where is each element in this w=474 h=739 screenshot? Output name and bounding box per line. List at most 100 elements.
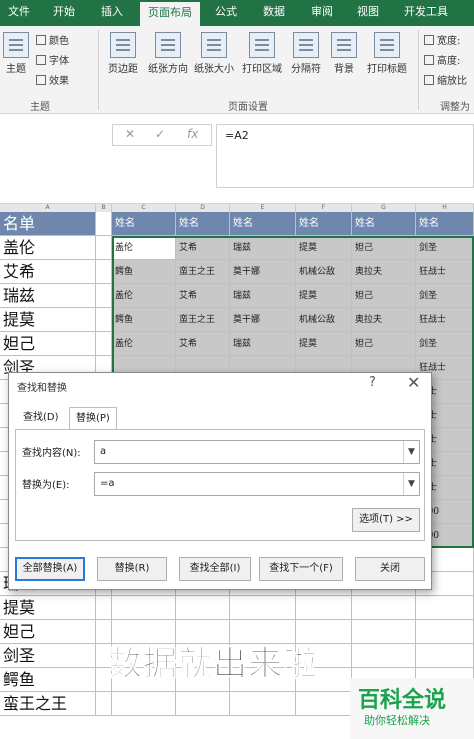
find-input[interactable]: a ▼ xyxy=(94,440,420,464)
table-cell[interactable]: 提莫 xyxy=(296,332,352,356)
scale-width-field[interactable]: 宽度: xyxy=(424,32,460,47)
table-cell[interactable]: 瑞兹 xyxy=(230,236,296,260)
themes-button[interactable]: 主题 xyxy=(2,30,30,75)
cell-b[interactable] xyxy=(96,212,112,236)
table-cell[interactable] xyxy=(352,596,416,620)
cell-b[interactable] xyxy=(96,260,112,284)
cell-a[interactable]: 鳄鱼 xyxy=(0,668,96,692)
cell-b[interactable] xyxy=(96,284,112,308)
table-cell[interactable] xyxy=(230,692,296,716)
table-header-cell[interactable]: 姓名 xyxy=(296,212,352,236)
find-all-button[interactable]: 查找全部(I) xyxy=(179,557,251,581)
tab-page-layout[interactable]: 页面布局 xyxy=(140,0,200,26)
table-cell[interactable] xyxy=(176,596,230,620)
insert-function-icon[interactable]: fx xyxy=(187,127,198,141)
table-cell[interactable]: 狂战士 xyxy=(416,308,474,332)
table-cell[interactable] xyxy=(112,692,176,716)
table-cell[interactable]: 提莫 xyxy=(296,236,352,260)
effects-button[interactable]: 效果 xyxy=(36,72,69,87)
cancel-icon[interactable]: ✕ xyxy=(125,127,135,141)
table-cell[interactable]: 瑞兹 xyxy=(230,332,296,356)
tab-review[interactable]: 审阅 xyxy=(302,0,342,26)
table-cell[interactable]: 莫干娜 xyxy=(230,308,296,332)
cell-b[interactable] xyxy=(96,308,112,332)
table-header-cell[interactable]: 姓名 xyxy=(230,212,296,236)
margins-button[interactable]: 页边距 xyxy=(104,30,142,75)
table-cell[interactable]: 提莫 xyxy=(296,284,352,308)
table-cell[interactable]: 莫干娜 xyxy=(230,260,296,284)
column-header[interactable]: D xyxy=(176,204,230,212)
scale-height-field[interactable]: 高度: xyxy=(424,52,460,67)
table-cell[interactable]: 鳄鱼 xyxy=(112,260,176,284)
table-header-cell[interactable]: 姓名 xyxy=(352,212,416,236)
column-header[interactable]: C xyxy=(112,204,176,212)
tab-file[interactable]: 文件 xyxy=(0,0,38,26)
column-header[interactable]: H xyxy=(416,204,474,212)
cell-a[interactable]: 蛮王之王 xyxy=(0,692,96,716)
replace-all-button[interactable]: 全部替换(A) xyxy=(15,557,85,581)
cell-a[interactable]: 妲己 xyxy=(0,620,96,644)
close-icon[interactable]: ✕ xyxy=(407,373,420,392)
replace-button[interactable]: 替换(R) xyxy=(97,557,167,581)
find-next-button[interactable]: 查找下一个(F) xyxy=(259,557,343,581)
colors-button[interactable]: 颜色 xyxy=(36,32,69,47)
table-header-cell[interactable]: 姓名 xyxy=(112,212,176,236)
cell-b[interactable] xyxy=(96,332,112,356)
cell-a[interactable]: 妲己 xyxy=(0,332,96,356)
table-cell[interactable]: 剑圣 xyxy=(416,284,474,308)
table-cell[interactable]: 奥拉夫 xyxy=(352,308,416,332)
table-cell[interactable]: 剑圣 xyxy=(416,332,474,356)
table-cell[interactable]: 艾希 xyxy=(176,284,230,308)
table-cell[interactable]: 奥拉夫 xyxy=(352,260,416,284)
table-cell[interactable]: 盖伦 xyxy=(112,236,176,260)
chevron-down-icon[interactable]: ▼ xyxy=(403,441,419,463)
cell-b[interactable] xyxy=(96,596,112,620)
orientation-button[interactable]: 纸张方向 xyxy=(146,30,190,75)
cell-a[interactable]: 瑞兹 xyxy=(0,284,96,308)
cell-b[interactable] xyxy=(96,236,112,260)
table-cell[interactable] xyxy=(296,596,352,620)
cell-a[interactable]: 盖伦 xyxy=(0,236,96,260)
tab-view[interactable]: 视图 xyxy=(348,0,388,26)
table-cell[interactable]: 盖伦 xyxy=(112,284,176,308)
cell-a[interactable]: 提莫 xyxy=(0,308,96,332)
column-header[interactable]: A xyxy=(0,204,96,212)
column-header[interactable]: E xyxy=(230,204,296,212)
options-button[interactable]: 选项(T) >> xyxy=(352,508,420,532)
tab-data[interactable]: 数据 xyxy=(254,0,294,26)
table-header-cell[interactable]: 姓名 xyxy=(416,212,474,236)
print-titles-button[interactable]: 打印标题 xyxy=(362,30,412,75)
column-header[interactable]: B xyxy=(96,204,112,212)
help-icon[interactable]: ? xyxy=(369,375,376,390)
cell-b[interactable] xyxy=(96,692,112,716)
table-cell[interactable] xyxy=(112,596,176,620)
tab-home[interactable]: 开始 xyxy=(44,0,84,26)
cell-a[interactable]: 艾希 xyxy=(0,260,96,284)
column-header[interactable]: G xyxy=(352,204,416,212)
formula-input[interactable]: =A2 xyxy=(216,124,474,188)
tab-developer[interactable]: 开发工具 xyxy=(396,0,456,26)
table-cell[interactable]: 瑞兹 xyxy=(230,284,296,308)
chevron-down-icon[interactable]: ▼ xyxy=(403,473,419,495)
table-cell[interactable] xyxy=(230,596,296,620)
fonts-button[interactable]: 字体 xyxy=(36,52,69,67)
table-cell[interactable]: 妲己 xyxy=(352,284,416,308)
table-cell[interactable]: 妲己 xyxy=(352,332,416,356)
table-cell[interactable]: 艾希 xyxy=(176,332,230,356)
cell-a[interactable]: 名单 xyxy=(0,212,96,236)
breaks-button[interactable]: 分隔符 xyxy=(288,30,324,75)
table-cell[interactable]: 狂战士 xyxy=(416,260,474,284)
table-cell[interactable]: 艾希 xyxy=(176,236,230,260)
table-cell[interactable] xyxy=(352,620,416,644)
table-cell[interactable] xyxy=(352,644,416,668)
tab-formulas[interactable]: 公式 xyxy=(206,0,246,26)
table-header-cell[interactable]: 姓名 xyxy=(176,212,230,236)
table-cell[interactable]: 机械公敌 xyxy=(296,260,352,284)
table-cell[interactable]: 鳄鱼 xyxy=(112,308,176,332)
tab-replace[interactable]: 替换(P) xyxy=(69,407,117,429)
replace-input[interactable]: =a ▼ xyxy=(94,472,420,496)
tab-insert[interactable]: 插入 xyxy=(92,0,132,26)
table-cell[interactable] xyxy=(416,620,474,644)
table-cell[interactable]: 剑圣 xyxy=(416,236,474,260)
enter-icon[interactable]: ✓ xyxy=(155,127,165,141)
